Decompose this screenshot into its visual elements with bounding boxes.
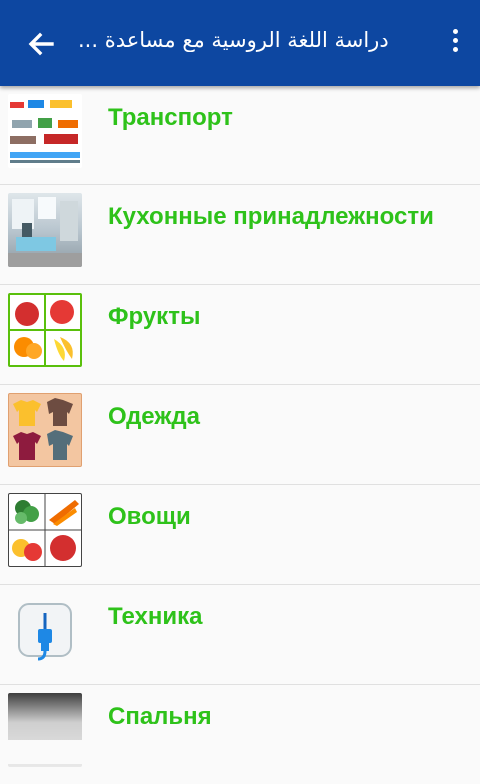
vegetables-thumbnail [8, 493, 82, 567]
list-item-fruits[interactable]: Фрукты [0, 285, 480, 385]
list-item-bedroom[interactable]: Спальня [0, 685, 480, 784]
more-vertical-icon [452, 29, 458, 34]
overflow-menu-button[interactable] [444, 26, 466, 62]
list-item-label: Спальня [108, 703, 212, 730]
app-bar: دراسة اللغة الروسية مع مساعدة ... [0, 0, 480, 86]
list-item-label: Техника [108, 603, 203, 630]
fruits-thumbnail [8, 293, 82, 367]
list-item-label: Овощи [108, 503, 191, 530]
transport-thumbnail [8, 94, 82, 168]
list-item-kitchen[interactable]: Кухонные принадлежности [0, 185, 480, 285]
list-item-vegetables[interactable]: Овощи [0, 485, 480, 585]
plug-thumbnail [8, 593, 82, 667]
list-item-appliances[interactable]: Техника [0, 585, 480, 685]
list-item-label: Транспорт [108, 104, 233, 131]
list-bottom-edge [0, 740, 480, 764]
list-item-label: Фрукты [108, 303, 201, 330]
category-list: Транспорт Кухонные принадлежности Фрукты [0, 94, 480, 784]
clothes-thumbnail [8, 393, 82, 467]
list-item-transport[interactable]: Транспорт [0, 86, 480, 185]
list-item-clothes[interactable]: Одежда [0, 385, 480, 485]
back-button[interactable] [22, 24, 62, 64]
kitchen-thumbnail [8, 193, 82, 267]
list-item-label: Одежда [108, 403, 200, 430]
list-item-label: Кухонные принадлежности [108, 203, 434, 230]
app-title: دراسة اللغة الروسية مع مساعدة ... [78, 28, 389, 52]
arrow-left-icon [28, 32, 54, 56]
